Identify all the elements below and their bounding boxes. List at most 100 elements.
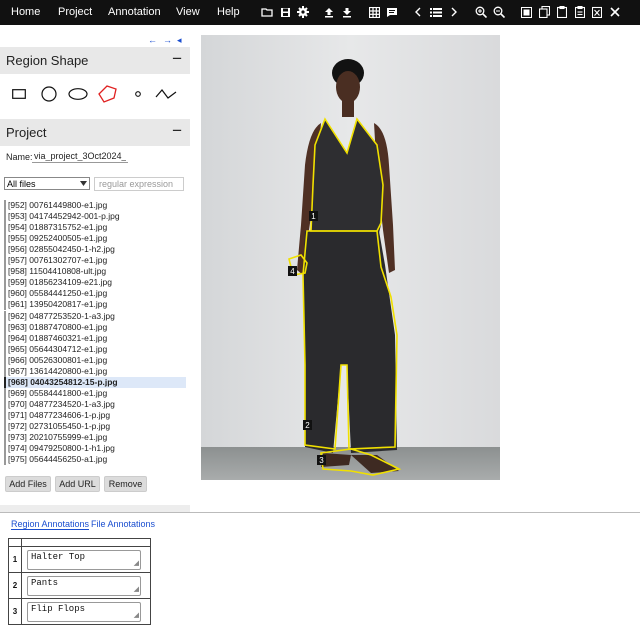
file-list-item[interactable]: [968] 04043254812-15-p.jpg [4,376,186,388]
file-list-item[interactable]: [961] 13950420817-e1.jpg [4,299,186,311]
close-icon[interactable] [608,5,622,19]
file-list-item[interactable]: [971] 04877234606-1-p.jpg [4,409,186,421]
file-list-item[interactable]: [953] 04174452942-001-p.jpg [4,211,186,223]
paste-icon[interactable] [555,5,569,19]
file-name: [961] 13950420817-e1.jpg [8,299,108,310]
file-name: [957] 00761302707-e1.jpg [8,255,108,266]
left-sidebar: ← → ◂ Region Shape − Project − Name: All… [0,25,190,512]
copy-icon[interactable] [537,5,551,19]
row-marker [4,454,6,465]
collapse-minus-icon[interactable]: − [172,49,182,69]
file-list-item[interactable]: [967] 13614420800-e1.jpg [4,365,186,377]
region-label-1: 1 [311,212,316,221]
folder-open-icon[interactable] [260,5,274,19]
file-list-item[interactable]: [970] 04877234520-1-a3.jpg [4,398,186,410]
clipboard-icon[interactable] [573,5,587,19]
row-marker [4,332,6,344]
file-filter-select[interactable]: All files [4,177,90,190]
circle-shape-icon[interactable] [40,85,58,103]
grid-view-icon[interactable] [367,5,381,19]
save-icon[interactable] [278,5,292,19]
image-canvas[interactable]: 1 2 3 4 [201,35,500,480]
upload-icon[interactable] [322,5,336,19]
attribute-textarea[interactable]: Flip Flops ◢ [27,602,141,622]
file-name: [958] 11504410808-ult.jpg [8,266,107,277]
download-icon[interactable] [340,5,354,19]
tab-file-annotations[interactable]: File Annotations [91,519,155,529]
table-header-row [8,538,151,547]
list-icon[interactable] [429,5,443,19]
zoom-out-icon[interactable] [492,5,506,19]
file-list-item[interactable]: [957] 00761302707-e1.jpg [4,255,186,267]
file-list-item[interactable]: [972] 02731055450-1-p.jpg [4,421,186,432]
file-list-item[interactable]: [955] 09252400505-e1.jpg [4,233,186,245]
file-list-item[interactable]: [963] 01887470800-e1.jpg [4,321,186,333]
collapse-minus-icon[interactable]: − [172,121,182,141]
menu-view[interactable]: View [176,6,200,18]
file-list-item[interactable]: [974] 09479250800-1-h1.jpg [4,443,186,455]
resize-grip-icon[interactable]: ◢ [134,561,139,568]
next-icon[interactable] [447,5,461,19]
rectangle-shape-icon[interactable] [11,85,27,103]
remove-button[interactable]: Remove [104,476,147,492]
file-name: [970] 04877234520-1-a3.jpg [8,398,115,409]
row-marker [4,376,6,388]
zoom-in-icon[interactable] [474,5,488,19]
menu-help[interactable]: Help [217,6,240,18]
file-list-item[interactable]: [962] 04877253520-1-a3.jpg [4,310,186,322]
point-shape-icon[interactable] [133,85,143,103]
row-marker [4,244,6,256]
file-list-item[interactable]: [965] 05644304712-e1.jpg [4,343,186,355]
file-name: [969] 05584441800-e1.jpg [8,387,108,398]
file-list-item[interactable]: [956] 02855042450-1-h2.jpg [4,244,186,256]
file-list-item[interactable]: [958] 11504410808-ult.jpg [4,266,186,278]
file-list-item[interactable]: [959] 01856234109-e21.jpg [4,277,186,289]
resize-grip-icon[interactable]: ◢ [134,587,139,594]
project-header[interactable]: Project − [0,119,190,146]
file-name: [972] 02731055450-1-p.jpg [8,421,111,431]
region-shape-header[interactable]: Region Shape − [0,47,190,74]
arrow-left-icon[interactable]: ← [148,35,157,45]
regex-placeholder: regular expression [99,179,174,189]
delete-icon[interactable] [590,5,604,19]
file-list-item[interactable]: [969] 05584441800-e1.jpg [4,387,186,399]
project-name-input[interactable] [32,149,128,163]
annotation-editor: Region Annotations File Annotations 1 Ha… [0,512,640,641]
file-list-item[interactable]: [973] 20210755999-e1.jpg [4,432,186,444]
attribute-textarea[interactable]: Halter Top ◢ [27,550,141,570]
file-list-item[interactable]: [954] 01887315752-e1.jpg [4,222,186,234]
file-list-item[interactable]: [966] 00526300801-e1.jpg [4,354,186,366]
gear-icon[interactable] [296,5,310,19]
arrow-right-icon[interactable]: → [163,35,172,45]
comment-icon[interactable] [385,5,399,19]
menu-annotation[interactable]: Annotation [108,6,161,18]
prev-icon[interactable] [411,5,425,19]
row-marker [4,354,6,366]
file-filter-value: All files [7,178,36,189]
file-list-item[interactable]: [964] 01887460321-e1.jpg [4,332,186,344]
menu-home[interactable]: Home [11,6,40,18]
annotated-image[interactable]: 1 2 3 4 [201,35,500,480]
select-all-icon[interactable] [519,5,533,19]
file-name: [960] 05584441250-e1.jpg [8,288,108,299]
polygon-shape-icon[interactable] [98,85,118,103]
menu-project[interactable]: Project [58,6,92,18]
file-list-item[interactable]: [975] 05644456250-a1.jpg [4,454,186,465]
polyline-shape-icon[interactable] [155,85,177,103]
file-name: [955] 09252400505-e1.jpg [8,233,108,244]
file-list-item[interactable]: [960] 05584441250-e1.jpg [4,288,186,300]
row-marker [4,277,6,289]
add-files-button[interactable]: Add Files [5,476,51,492]
tab-region-annotations[interactable]: Region Annotations [11,519,90,530]
collapse-panel-icon[interactable]: ◂ [177,35,182,46]
file-list[interactable]: [952] 00761449800-e1.jpg [953] 0417445294… [4,200,186,465]
resize-grip-icon[interactable]: ◢ [134,613,139,620]
panel-scrollbar[interactable] [0,505,190,512]
file-name: [953] 04174452942-001-p.jpg [8,211,120,222]
attribute-textarea[interactable]: Pants ◢ [27,576,141,596]
regex-filter-input[interactable]: regular expression [94,177,184,191]
add-url-button[interactable]: Add URL [55,476,100,492]
file-list-item[interactable]: [952] 00761449800-e1.jpg [4,200,186,211]
file-name: [954] 01887315752-e1.jpg [8,222,108,233]
ellipse-shape-icon[interactable] [68,85,88,103]
